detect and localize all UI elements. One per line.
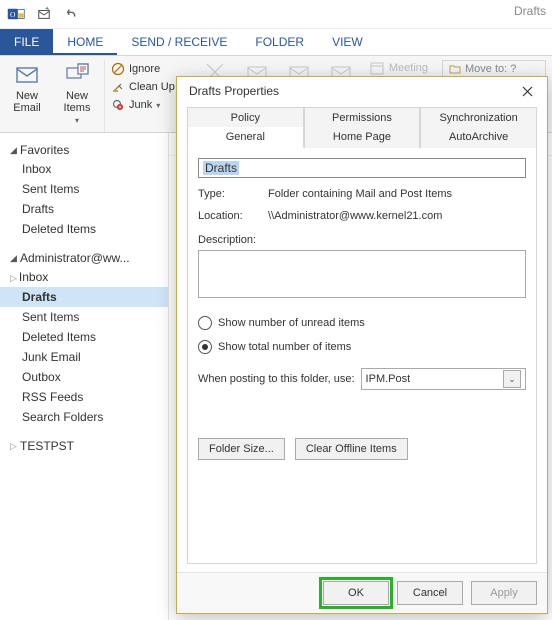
folder-size-button[interactable]: Folder Size... <box>198 438 285 460</box>
nav-sent[interactable]: Sent Items <box>0 307 168 327</box>
dropdown-icon: ▾ <box>75 116 79 125</box>
new-email-icon <box>13 60 41 88</box>
nav-search-folders[interactable]: Search Folders <box>0 407 168 427</box>
quick-access-toolbar: O <box>6 4 82 24</box>
tab-home[interactable]: HOME <box>53 29 117 55</box>
undo-icon[interactable] <box>62 4 82 24</box>
post-form-value: IPM.Post <box>366 373 411 385</box>
tab-permissions[interactable]: Permissions <box>304 107 421 128</box>
nav-favorites-inbox[interactable]: Inbox <box>0 159 168 179</box>
nav-junk[interactable]: Junk Email <box>0 347 168 367</box>
outlook-icon: O <box>6 4 26 24</box>
tab-file[interactable]: FILE <box>0 29 53 55</box>
new-items-icon <box>63 60 91 88</box>
cancel-button[interactable]: Cancel <box>397 581 463 605</box>
ribbon-tabs: FILE HOME SEND / RECEIVE FOLDER VIEW <box>0 29 552 56</box>
dialog-tabs: Policy Permissions Synchronization Gener… <box>187 107 537 148</box>
account-header[interactable]: ◢Administrator@ww... <box>0 249 168 267</box>
ignore-button[interactable]: Ignore <box>111 62 183 76</box>
tab-folder[interactable]: FOLDER <box>241 29 318 55</box>
cleanup-label: Clean Up <box>129 81 175 93</box>
tab-synchronization[interactable]: Synchronization <box>420 107 537 128</box>
meeting-label: Meeting <box>389 62 428 74</box>
close-button[interactable] <box>515 81 539 101</box>
tab-policy[interactable]: Policy <box>187 107 304 128</box>
tab-autoarchive[interactable]: AutoArchive <box>420 127 537 148</box>
new-items-button[interactable]: New Items ▾ <box>56 60 98 125</box>
apply-button[interactable]: Apply <box>471 581 537 605</box>
send-receive-all-icon[interactable] <box>34 4 54 24</box>
nav-drafts[interactable]: Drafts <box>0 287 168 307</box>
nav-outbox[interactable]: Outbox <box>0 367 168 387</box>
clear-offline-button[interactable]: Clear Offline Items <box>295 438 408 460</box>
radio-unread-items[interactable]: Show number of unread items <box>198 316 526 330</box>
new-email-button[interactable]: New Email <box>6 60 48 114</box>
ignore-label: Ignore <box>129 63 160 75</box>
tab-send-receive[interactable]: SEND / RECEIVE <box>117 29 241 55</box>
nav-favorites-deleted[interactable]: Deleted Items <box>0 219 168 239</box>
nav-favorites-sent[interactable]: Sent Items <box>0 179 168 199</box>
post-label: When posting to this folder, use: <box>198 373 355 385</box>
location-label: Location: <box>198 210 260 222</box>
nav-favorites-drafts[interactable]: Drafts <box>0 199 168 219</box>
dropdown-icon: ▾ <box>156 101 160 110</box>
general-tab-page: Drafts Type: Folder containing Mail and P… <box>187 148 537 564</box>
folder-name-input[interactable]: Drafts <box>198 158 526 178</box>
window-title: Drafts <box>514 4 546 18</box>
testpst-header[interactable]: ▷TESTPST <box>0 437 168 455</box>
dialog-title-text: Drafts Properties <box>189 84 279 98</box>
tab-general[interactable]: General <box>187 127 304 148</box>
dialog-footer: OK Cancel Apply <box>177 572 547 613</box>
drafts-properties-dialog: Drafts Properties Policy Permissions Syn… <box>176 76 548 614</box>
nav-rss[interactable]: RSS Feeds <box>0 387 168 407</box>
description-input[interactable] <box>198 250 526 298</box>
cleanup-button[interactable]: Clean Up ▾ <box>111 80 183 94</box>
navigation-pane: ◢Favorites Inbox Sent Items Drafts Delet… <box>0 133 169 620</box>
radio-icon <box>198 340 212 354</box>
type-value: Folder containing Mail and Post Items <box>268 188 452 200</box>
svg-text:O: O <box>10 10 16 19</box>
junk-button[interactable]: Junk ▾ <box>111 98 183 112</box>
dialog-titlebar: Drafts Properties <box>177 77 547 105</box>
title-bar: O Drafts <box>0 0 552 29</box>
description-label: Description: <box>198 234 260 246</box>
radio-icon <box>198 316 212 330</box>
ribbon-group-new: New Email New Items ▾ <box>6 60 105 132</box>
location-value: \\Administrator@www.kernel21.com <box>268 210 442 222</box>
post-form-select[interactable]: IPM.Post ⌄ <box>361 368 526 390</box>
ok-button[interactable]: OK <box>323 581 389 605</box>
meeting-button: Meeting <box>369 60 428 76</box>
tab-home-page[interactable]: Home Page <box>304 127 421 148</box>
move-to-label: Move to: ? <box>465 63 516 75</box>
new-items-label: New Items <box>64 90 91 114</box>
tab-view[interactable]: VIEW <box>318 29 377 55</box>
new-email-label: New Email <box>13 90 41 114</box>
radio-total-items[interactable]: Show total number of items <box>198 340 526 354</box>
nav-inbox[interactable]: ▷Inbox <box>0 267 168 287</box>
chevron-down-icon: ⌄ <box>503 370 521 388</box>
favorites-header[interactable]: ◢Favorites <box>0 141 168 159</box>
nav-deleted[interactable]: Deleted Items <box>0 327 168 347</box>
junk-label: Junk <box>129 99 152 111</box>
type-label: Type: <box>198 188 260 200</box>
